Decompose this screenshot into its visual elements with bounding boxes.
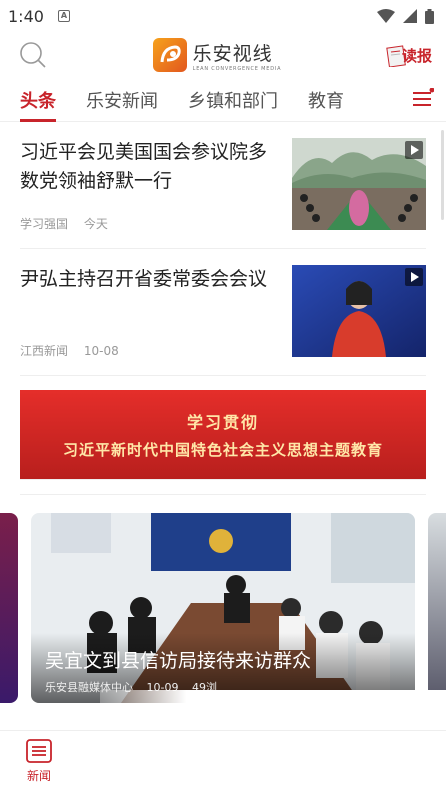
- news-meta: 江西新闻 10-08: [20, 342, 270, 359]
- brand-name: 乐安视线: [192, 42, 273, 65]
- nav-news-label: 新闻: [26, 769, 51, 783]
- carousel-prev-card[interactable]: [0, 513, 18, 703]
- news-thumbnail[interactable]: [292, 138, 426, 230]
- battery-icon: [425, 8, 434, 24]
- news-item[interactable]: 尹弘主持召开省委常委会会议 江西新闻 10-08: [20, 249, 426, 376]
- brand-logo: 乐安视线 LEAN CONVERGENCE MEDIA: [152, 38, 282, 72]
- tab-towns-departments[interactable]: 乡镇和部门: [188, 87, 278, 113]
- news-thumbnail[interactable]: [292, 265, 426, 357]
- news-source: 学习强国: [20, 217, 69, 231]
- tab-lean-news[interactable]: 乐安新闻: [86, 87, 158, 113]
- carousel-title: 吴宜文到县信访局接待来访群众: [45, 650, 312, 672]
- signal-icon: [403, 9, 417, 23]
- divider: [20, 494, 426, 495]
- news-title[interactable]: 尹弘主持召开省委常委会会议: [20, 265, 270, 294]
- fade-overlay: [100, 690, 446, 730]
- carousel-card[interactable]: 吴宜文到县信访局接待来访群众 乐安县融媒体中心 10-09 49浏: [31, 513, 415, 703]
- news-carousel[interactable]: 吴宜文到县信访局接待来访群众 乐安县融媒体中心 10-09 49浏: [0, 513, 446, 707]
- news-time: 今天: [83, 217, 108, 231]
- news-source: 江西新闻: [20, 344, 69, 358]
- search-icon[interactable]: [18, 40, 48, 70]
- category-tabs: 头条 乐安新闻 乡镇和部门 教育: [0, 78, 446, 122]
- news-item[interactable]: 习近平会见美国国会参议院多数党领袖舒默一行 学习强国 今天: [20, 122, 426, 249]
- app-notification-icon: A: [57, 10, 70, 22]
- banner-line-2: 习近平新时代中国特色社会主义思想主题教育: [62, 441, 383, 459]
- play-video-icon: [405, 141, 423, 159]
- nav-news[interactable]: 新闻: [26, 739, 52, 784]
- play-video-icon: [405, 268, 423, 286]
- read-newspaper-button[interactable]: 读报: [386, 43, 432, 67]
- news-title[interactable]: 习近平会见美国国会参议院多数党领袖舒默一行: [20, 138, 270, 196]
- brand-subtitle: LEAN CONVERGENCE MEDIA: [192, 65, 282, 72]
- tab-education[interactable]: 教育: [308, 87, 344, 113]
- theme-education-banner[interactable]: 学习贯彻 习近平新时代中国特色社会主义思想主题教育: [20, 390, 426, 480]
- status-bar: 1:40 A: [0, 0, 446, 32]
- news-list-icon: [26, 739, 52, 763]
- bottom-navigation: 新闻: [0, 730, 446, 792]
- read-label: 读报: [401, 46, 432, 65]
- scrollbar[interactable]: [441, 130, 444, 220]
- wifi-icon: [377, 9, 395, 23]
- menu-icon[interactable]: [412, 88, 434, 110]
- brand-mark-icon: [152, 38, 187, 72]
- news-meta: 学习强国 今天: [20, 215, 270, 232]
- app-header: 乐安视线 LEAN CONVERGENCE MEDIA 读报: [0, 32, 446, 78]
- news-time: 10-08: [83, 344, 119, 358]
- banner-line-1: 学习贯彻: [186, 413, 259, 432]
- tab-headline[interactable]: 头条: [20, 87, 56, 122]
- carousel-next-card[interactable]: [428, 513, 446, 703]
- status-time: 1:40: [8, 6, 44, 26]
